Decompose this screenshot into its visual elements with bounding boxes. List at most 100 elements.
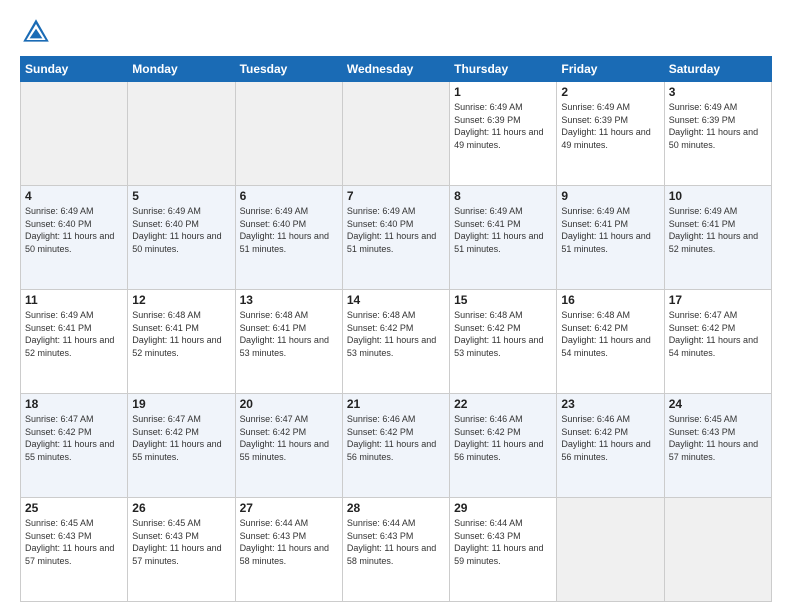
week-row-4: 25 Sunrise: 6:45 AMSunset: 6:43 PMDayligh… xyxy=(21,498,772,602)
calendar-cell: 19 Sunrise: 6:47 AMSunset: 6:42 PMDayligh… xyxy=(128,394,235,498)
day-number: 15 xyxy=(454,293,552,307)
day-number: 18 xyxy=(25,397,123,411)
day-info: Sunrise: 6:49 AMSunset: 6:41 PMDaylight:… xyxy=(25,309,123,359)
logo xyxy=(20,16,56,48)
week-row-1: 4 Sunrise: 6:49 AMSunset: 6:40 PMDaylight… xyxy=(21,186,772,290)
calendar-cell: 4 Sunrise: 6:49 AMSunset: 6:40 PMDaylight… xyxy=(21,186,128,290)
day-number: 5 xyxy=(132,189,230,203)
day-info: Sunrise: 6:44 AMSunset: 6:43 PMDaylight:… xyxy=(240,517,338,567)
calendar-cell: 25 Sunrise: 6:45 AMSunset: 6:43 PMDayligh… xyxy=(21,498,128,602)
day-number: 23 xyxy=(561,397,659,411)
day-header-thursday: Thursday xyxy=(450,57,557,82)
day-number: 28 xyxy=(347,501,445,515)
day-number: 9 xyxy=(561,189,659,203)
calendar-cell: 16 Sunrise: 6:48 AMSunset: 6:42 PMDayligh… xyxy=(557,290,664,394)
week-row-2: 11 Sunrise: 6:49 AMSunset: 6:41 PMDayligh… xyxy=(21,290,772,394)
day-info: Sunrise: 6:49 AMSunset: 6:40 PMDaylight:… xyxy=(25,205,123,255)
day-number: 20 xyxy=(240,397,338,411)
calendar-cell: 21Sunrise: 6:46 AMSunset: 6:42 PMDayligh… xyxy=(342,394,449,498)
day-info: Sunrise: 6:49 AMSunset: 6:39 PMDaylight:… xyxy=(561,101,659,151)
calendar-cell: 23 Sunrise: 6:46 AMSunset: 6:42 PMDayligh… xyxy=(557,394,664,498)
day-info: Sunrise: 6:49 AMSunset: 6:40 PMDaylight:… xyxy=(132,205,230,255)
day-info: Sunrise: 6:48 AMSunset: 6:42 PMDaylight:… xyxy=(561,309,659,359)
logo-icon xyxy=(20,16,52,48)
calendar-cell: 18 Sunrise: 6:47 AMSunset: 6:42 PMDayligh… xyxy=(21,394,128,498)
day-info: Sunrise: 6:48 AMSunset: 6:41 PMDaylight:… xyxy=(132,309,230,359)
day-number: 11 xyxy=(25,293,123,307)
day-number: 29 xyxy=(454,501,552,515)
day-info: Sunrise: 6:47 AMSunset: 6:42 PMDaylight:… xyxy=(240,413,338,463)
day-number: 14 xyxy=(347,293,445,307)
day-info: Sunrise: 6:45 AMSunset: 6:43 PMDaylight:… xyxy=(132,517,230,567)
day-number: 2 xyxy=(561,85,659,99)
day-info: Sunrise: 6:48 AMSunset: 6:42 PMDaylight:… xyxy=(454,309,552,359)
day-number: 13 xyxy=(240,293,338,307)
calendar-cell xyxy=(664,498,771,602)
calendar-cell: 15 Sunrise: 6:48 AMSunset: 6:42 PMDayligh… xyxy=(450,290,557,394)
day-header-wednesday: Wednesday xyxy=(342,57,449,82)
day-number: 7 xyxy=(347,189,445,203)
day-info: Sunrise: 6:44 AMSunset: 6:43 PMDaylight:… xyxy=(347,517,445,567)
calendar-cell: 12Sunrise: 6:48 AMSunset: 6:41 PMDayligh… xyxy=(128,290,235,394)
day-info: Sunrise: 6:49 AMSunset: 6:41 PMDaylight:… xyxy=(669,205,767,255)
day-info: Sunrise: 6:45 AMSunset: 6:43 PMDaylight:… xyxy=(25,517,123,567)
calendar-cell: 6 Sunrise: 6:49 AMSunset: 6:40 PMDaylight… xyxy=(235,186,342,290)
day-number: 3 xyxy=(669,85,767,99)
calendar-table: SundayMondayTuesdayWednesdayThursdayFrid… xyxy=(20,56,772,602)
day-info: Sunrise: 6:46 AMSunset: 6:42 PMDaylight:… xyxy=(561,413,659,463)
page-header xyxy=(20,16,772,48)
day-number: 27 xyxy=(240,501,338,515)
day-info: Sunrise: 6:49 AMSunset: 6:39 PMDaylight:… xyxy=(669,101,767,151)
day-info: Sunrise: 6:47 AMSunset: 6:42 PMDaylight:… xyxy=(132,413,230,463)
day-number: 4 xyxy=(25,189,123,203)
calendar-cell xyxy=(342,82,449,186)
calendar-cell: 14 Sunrise: 6:48 AMSunset: 6:42 PMDayligh… xyxy=(342,290,449,394)
calendar-cell: 27 Sunrise: 6:44 AMSunset: 6:43 PMDayligh… xyxy=(235,498,342,602)
week-row-3: 18 Sunrise: 6:47 AMSunset: 6:42 PMDayligh… xyxy=(21,394,772,498)
day-info: Sunrise: 6:48 AMSunset: 6:41 PMDaylight:… xyxy=(240,309,338,359)
day-header-tuesday: Tuesday xyxy=(235,57,342,82)
calendar-cell: 13 Sunrise: 6:48 AMSunset: 6:41 PMDayligh… xyxy=(235,290,342,394)
day-info: Sunrise: 6:47 AMSunset: 6:42 PMDaylight:… xyxy=(25,413,123,463)
calendar-cell: 5 Sunrise: 6:49 AMSunset: 6:40 PMDaylight… xyxy=(128,186,235,290)
calendar-header-row: SundayMondayTuesdayWednesdayThursdayFrid… xyxy=(21,57,772,82)
week-row-0: 1 Sunrise: 6:49 AMSunset: 6:39 PMDaylight… xyxy=(21,82,772,186)
day-info: Sunrise: 6:49 AMSunset: 6:41 PMDaylight:… xyxy=(454,205,552,255)
calendar-cell: 11 Sunrise: 6:49 AMSunset: 6:41 PMDayligh… xyxy=(21,290,128,394)
day-number: 25 xyxy=(25,501,123,515)
day-header-monday: Monday xyxy=(128,57,235,82)
calendar-cell: 10 Sunrise: 6:49 AMSunset: 6:41 PMDayligh… xyxy=(664,186,771,290)
day-number: 21 xyxy=(347,397,445,411)
calendar-cell: 2 Sunrise: 6:49 AMSunset: 6:39 PMDaylight… xyxy=(557,82,664,186)
calendar-cell xyxy=(128,82,235,186)
day-header-saturday: Saturday xyxy=(664,57,771,82)
day-number: 19 xyxy=(132,397,230,411)
calendar-cell: 1 Sunrise: 6:49 AMSunset: 6:39 PMDaylight… xyxy=(450,82,557,186)
day-number: 1 xyxy=(454,85,552,99)
calendar-cell: 20 Sunrise: 6:47 AMSunset: 6:42 PMDayligh… xyxy=(235,394,342,498)
calendar-cell xyxy=(557,498,664,602)
day-number: 22 xyxy=(454,397,552,411)
calendar-cell xyxy=(21,82,128,186)
calendar-cell: 17 Sunrise: 6:47 AMSunset: 6:42 PMDayligh… xyxy=(664,290,771,394)
day-info: Sunrise: 6:47 AMSunset: 6:42 PMDaylight:… xyxy=(669,309,767,359)
calendar-cell: 24 Sunrise: 6:45 AMSunset: 6:43 PMDayligh… xyxy=(664,394,771,498)
day-info: Sunrise: 6:49 AMSunset: 6:41 PMDaylight:… xyxy=(561,205,659,255)
day-info: Sunrise: 6:48 AMSunset: 6:42 PMDaylight:… xyxy=(347,309,445,359)
day-info: Sunrise: 6:44 AMSunset: 6:43 PMDaylight:… xyxy=(454,517,552,567)
calendar-cell: 29 Sunrise: 6:44 AMSunset: 6:43 PMDayligh… xyxy=(450,498,557,602)
day-number: 8 xyxy=(454,189,552,203)
calendar-cell: 8 Sunrise: 6:49 AMSunset: 6:41 PMDaylight… xyxy=(450,186,557,290)
day-number: 17 xyxy=(669,293,767,307)
calendar-cell xyxy=(235,82,342,186)
day-number: 10 xyxy=(669,189,767,203)
day-number: 6 xyxy=(240,189,338,203)
day-header-sunday: Sunday xyxy=(21,57,128,82)
day-number: 26 xyxy=(132,501,230,515)
day-info: Sunrise: 6:45 AMSunset: 6:43 PMDaylight:… xyxy=(669,413,767,463)
day-number: 24 xyxy=(669,397,767,411)
day-info: Sunrise: 6:49 AMSunset: 6:40 PMDaylight:… xyxy=(240,205,338,255)
day-info: Sunrise: 6:49 AMSunset: 6:39 PMDaylight:… xyxy=(454,101,552,151)
day-number: 16 xyxy=(561,293,659,307)
calendar-cell: 26 Sunrise: 6:45 AMSunset: 6:43 PMDayligh… xyxy=(128,498,235,602)
